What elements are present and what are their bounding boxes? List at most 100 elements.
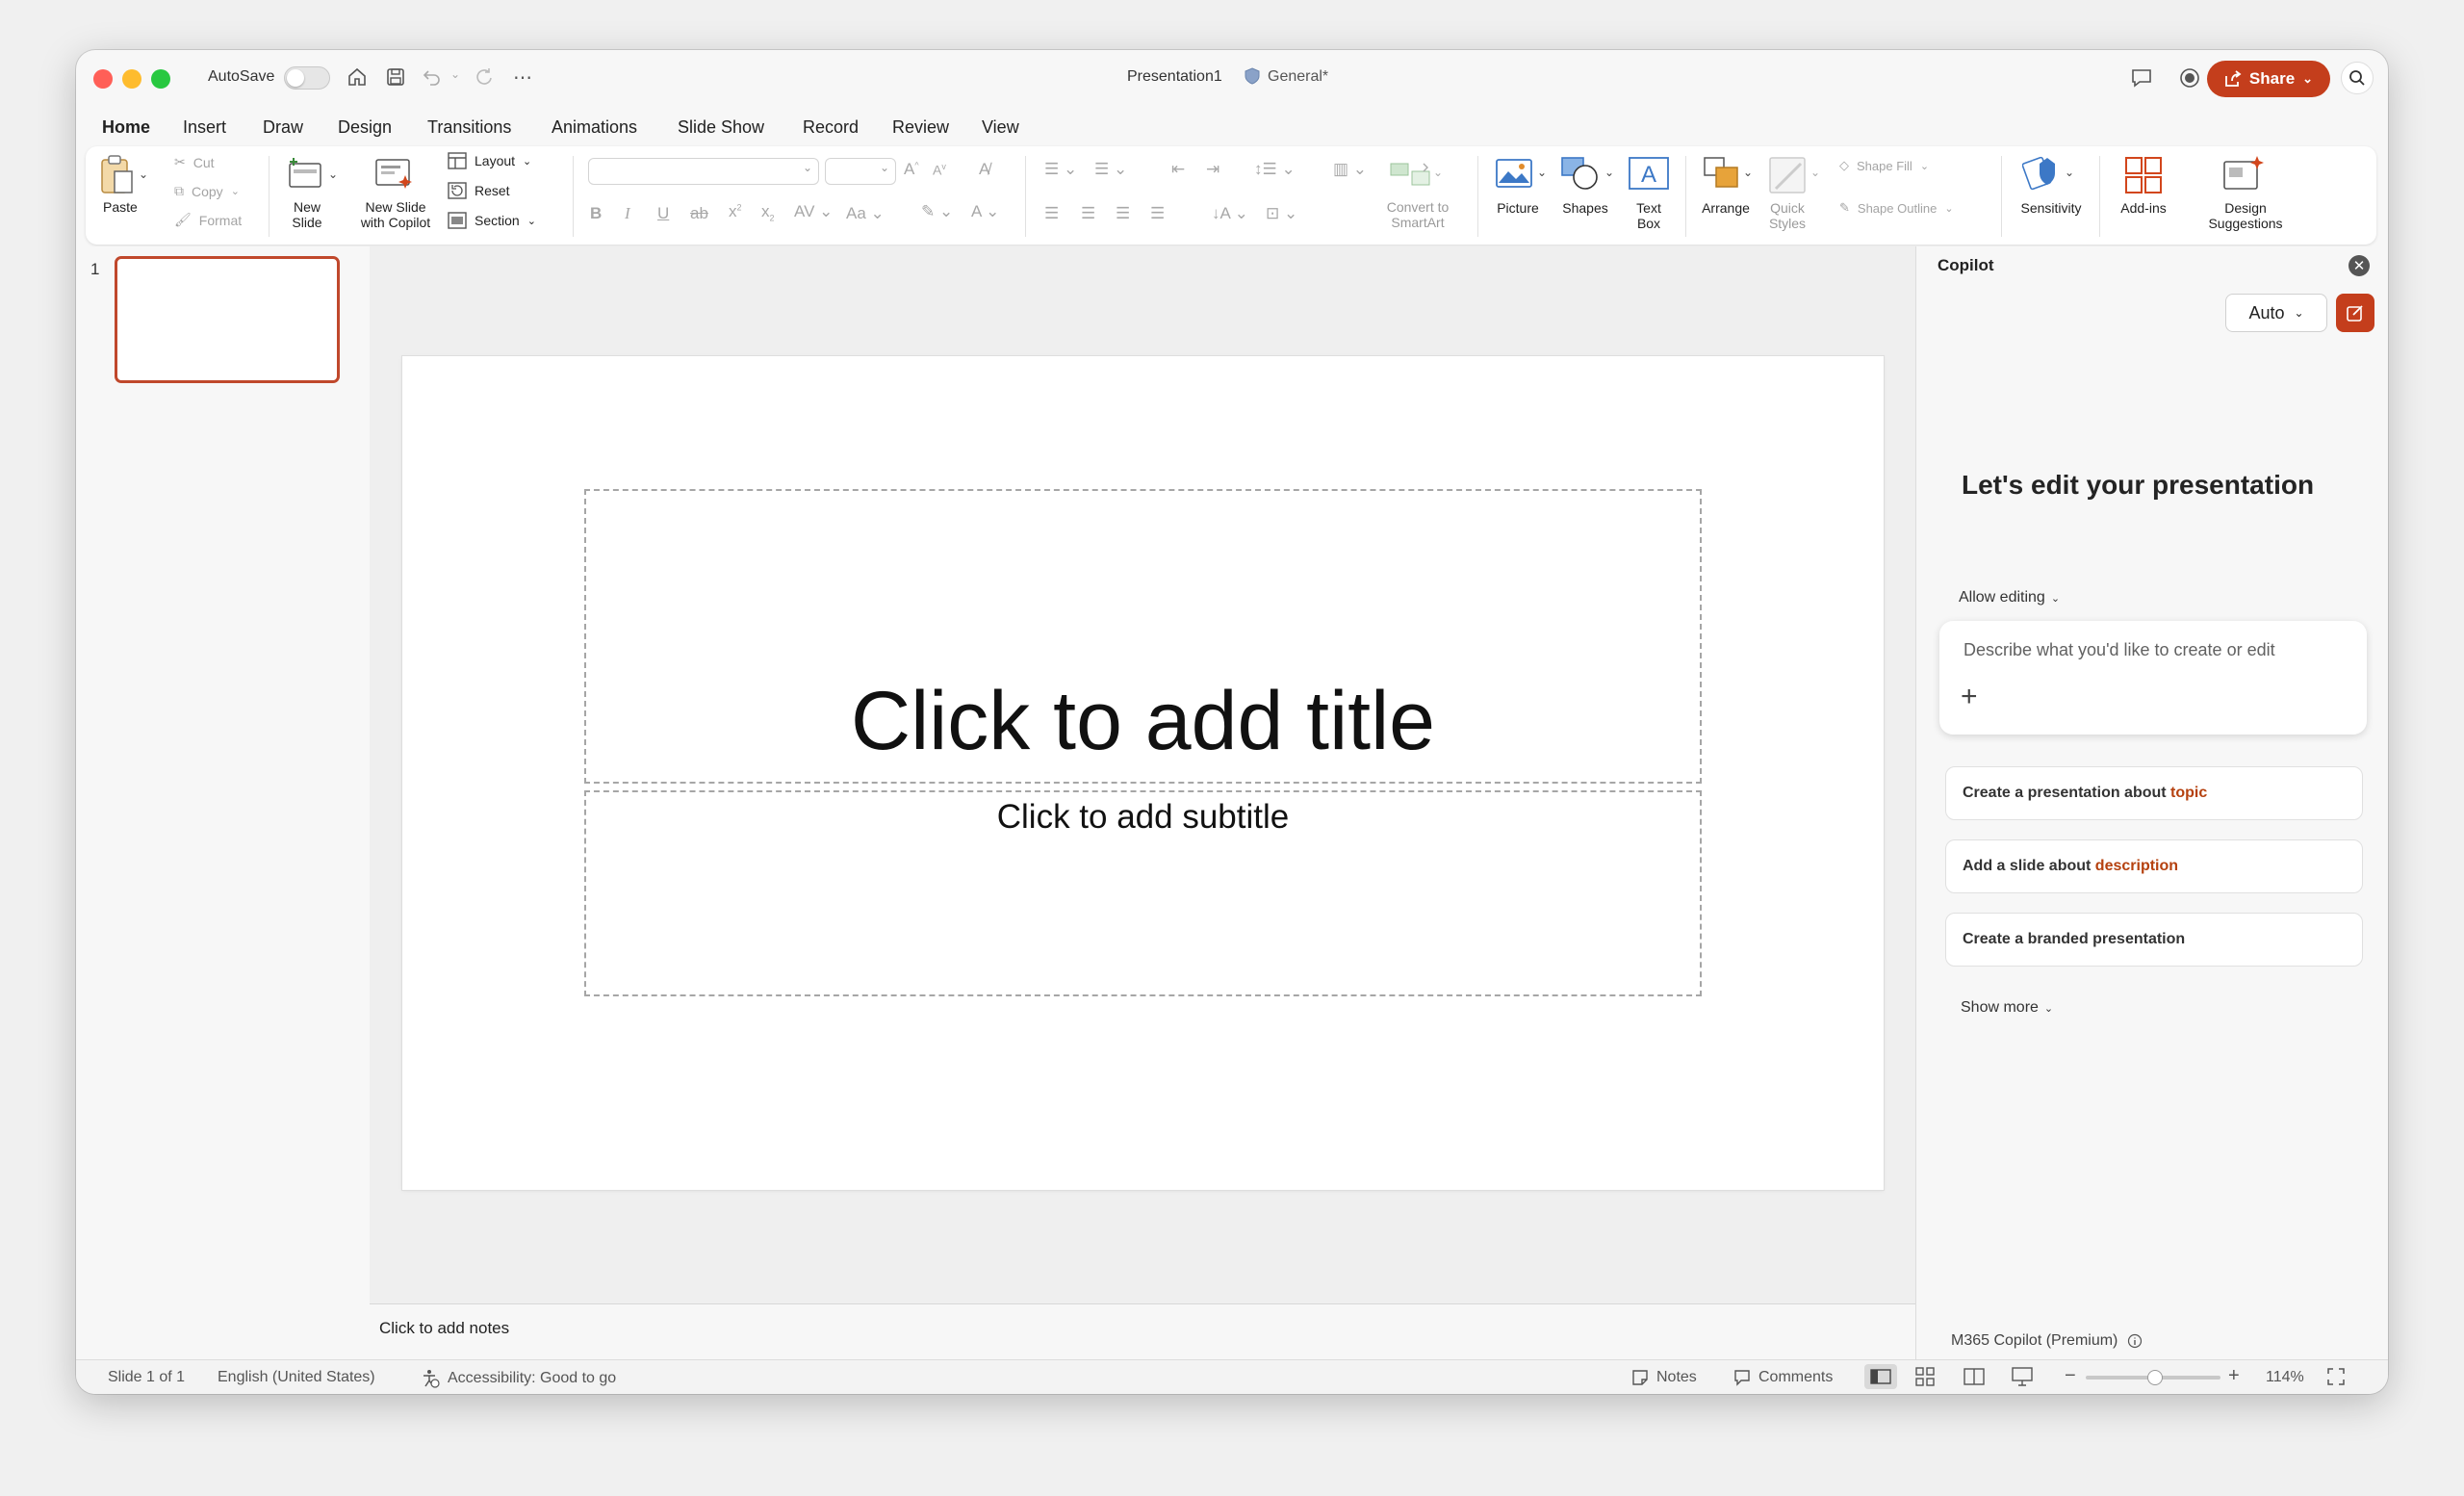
notes-pane[interactable]: Click to add notes: [370, 1303, 1915, 1360]
chevron-down-icon[interactable]: ⌄: [1743, 166, 1753, 179]
picture-icon[interactable]: [1495, 158, 1533, 193]
picture-label[interactable]: Picture: [1491, 200, 1545, 216]
arrange-label[interactable]: Arrange: [1695, 200, 1757, 216]
highlight-icon[interactable]: ✎ ⌄: [921, 202, 953, 221]
bold-icon[interactable]: B: [590, 204, 602, 223]
record-icon[interactable]: [2175, 64, 2204, 92]
layout-button[interactable]: Layout ⌄: [448, 152, 531, 169]
underline-icon[interactable]: U: [657, 204, 669, 223]
tab-draw[interactable]: Draw: [263, 117, 303, 138]
smartart-icon[interactable]: [1389, 160, 1431, 193]
add-ins-label[interactable]: Add-ins: [2115, 200, 2172, 216]
suggestion-branded-presentation[interactable]: Create a branded presentation: [1945, 913, 2363, 967]
redo-icon[interactable]: [471, 64, 498, 90]
add-attachment-icon[interactable]: +: [1961, 681, 1978, 713]
allow-editing-dropdown[interactable]: Allow editing ⌄: [1959, 589, 2060, 606]
decrease-indent-icon[interactable]: ⇤: [1171, 160, 1185, 179]
tab-home[interactable]: Home: [102, 117, 151, 149]
title-placeholder[interactable]: Click to add title: [584, 489, 1702, 784]
sensitivity-label[interactable]: Sensitivity: [2013, 200, 2090, 216]
tab-review[interactable]: Review: [892, 117, 949, 138]
line-spacing-icon[interactable]: ↕☰ ⌄: [1254, 160, 1296, 179]
sensitivity-label[interactable]: General*: [1268, 68, 1328, 86]
slide-thumbnail[interactable]: [115, 256, 340, 383]
italic-icon[interactable]: I: [625, 204, 630, 223]
minimize-window-button[interactable]: [122, 69, 141, 89]
slideshow-view-button[interactable]: [2011, 1366, 2034, 1392]
fit-to-window-button[interactable]: [2326, 1367, 2346, 1391]
close-copilot-button[interactable]: ✕: [2348, 255, 2370, 276]
home-icon[interactable]: [344, 64, 371, 90]
align-center-icon[interactable]: ☰: [1081, 204, 1095, 223]
zoom-out-button[interactable]: −: [2065, 1365, 2076, 1387]
normal-view-button[interactable]: [1864, 1364, 1897, 1389]
design-suggestions-icon[interactable]: [2222, 154, 2265, 197]
paste-label[interactable]: Paste: [103, 199, 138, 215]
copilot-prompt-box[interactable]: Describe what you'd like to create or ed…: [1939, 621, 2367, 735]
new-slide-label[interactable]: New Slide: [288, 199, 326, 230]
tab-design[interactable]: Design: [338, 117, 392, 138]
strikethrough-icon[interactable]: ab: [690, 204, 708, 223]
accessibility-status[interactable]: Accessibility: Good to go: [421, 1369, 616, 1388]
chevron-down-icon[interactable]: ⌄: [1810, 166, 1820, 179]
subtitle-placeholder[interactable]: Click to add subtitle: [584, 790, 1702, 996]
search-button[interactable]: [2341, 62, 2374, 94]
subscript-icon[interactable]: x2: [761, 202, 775, 222]
shape-fill-button[interactable]: ◇ Shape Fill ⌄: [1839, 158, 1929, 173]
document-title[interactable]: Presentation1: [1127, 68, 1222, 86]
font-color-icon[interactable]: A ⌄: [971, 202, 999, 221]
sensitivity-icon[interactable]: [2021, 154, 2061, 197]
change-case-icon[interactable]: Aa ⌄: [846, 204, 885, 223]
slide-canvas[interactable]: Click to add title Click to add subtitle: [402, 356, 1884, 1190]
zoom-window-button[interactable]: [151, 69, 170, 89]
reading-view-button[interactable]: [1963, 1366, 1986, 1392]
text-box-label[interactable]: Text Box: [1626, 200, 1672, 231]
more-options-icon[interactable]: ⋯: [509, 64, 536, 90]
clear-formatting-icon[interactable]: A̸: [979, 160, 989, 179]
chevron-down-icon[interactable]: ⌄: [2065, 166, 2074, 179]
format-painter-button[interactable]: 🖌 Format: [174, 212, 242, 228]
new-chat-button[interactable]: [2336, 294, 2374, 332]
zoom-slider-handle[interactable]: [2147, 1370, 2163, 1385]
copy-button[interactable]: ⧉ Copy ⌄: [174, 183, 240, 199]
suggestion-add-slide[interactable]: Add a slide about description: [1945, 839, 2363, 893]
align-left-icon[interactable]: ☰: [1044, 204, 1059, 223]
tab-transitions[interactable]: Transitions: [427, 117, 511, 138]
new-slide-icon[interactable]: [288, 156, 326, 195]
add-ins-icon[interactable]: [2124, 156, 2163, 199]
chevron-down-icon[interactable]: ⌄: [1604, 166, 1614, 179]
copilot-prompt-input[interactable]: Describe what you'd like to create or ed…: [1964, 640, 2275, 660]
increase-font-icon[interactable]: A^: [904, 160, 919, 179]
tab-view[interactable]: View: [982, 117, 1019, 138]
new-slide-copilot-label[interactable]: New Slide with Copilot: [355, 199, 436, 230]
decrease-font-icon[interactable]: Av: [933, 162, 946, 178]
undo-icon[interactable]: [419, 64, 446, 90]
comments-toggle[interactable]: Comments: [1733, 1369, 1833, 1386]
save-icon[interactable]: [382, 64, 409, 90]
tab-slide-show[interactable]: Slide Show: [678, 117, 764, 138]
tab-insert[interactable]: Insert: [183, 117, 226, 138]
new-slide-dropdown-icon[interactable]: ⌄: [328, 168, 338, 181]
bullets-icon[interactable]: ☰ ⌄: [1044, 160, 1077, 179]
superscript-icon[interactable]: x2: [729, 202, 742, 221]
shape-outline-button[interactable]: ✎ Shape Outline ⌄: [1839, 200, 1954, 216]
increase-indent-icon[interactable]: ⇥: [1206, 160, 1219, 179]
slide-sorter-button[interactable]: [1914, 1366, 1936, 1392]
design-suggestions-label[interactable]: Design Suggestions: [2199, 200, 2292, 231]
chevron-down-icon[interactable]: ⌄: [1537, 166, 1547, 179]
new-slide-copilot-icon[interactable]: [374, 156, 413, 195]
text-direction-icon[interactable]: ↓A ⌄: [1212, 204, 1248, 223]
cut-button[interactable]: ✂ Cut: [174, 154, 215, 170]
copilot-mode-select[interactable]: Auto ⌄: [2225, 294, 2327, 332]
convert-smartart-label[interactable]: Convert to SmartArt: [1372, 199, 1464, 230]
zoom-in-button[interactable]: +: [2228, 1365, 2240, 1387]
paste-icon[interactable]: [99, 154, 138, 196]
columns-icon[interactable]: ▥ ⌄: [1333, 160, 1367, 179]
quick-styles-label[interactable]: Quick Styles: [1762, 200, 1812, 231]
show-more-button[interactable]: Show more ⌄: [1961, 999, 2053, 1017]
comments-icon[interactable]: [2127, 64, 2156, 92]
font-family-select[interactable]: ⌄: [588, 158, 819, 185]
zoom-level[interactable]: 114%: [2266, 1369, 2304, 1386]
paste-dropdown-icon[interactable]: ⌄: [139, 168, 148, 181]
character-spacing-icon[interactable]: AV ⌄: [794, 202, 833, 221]
